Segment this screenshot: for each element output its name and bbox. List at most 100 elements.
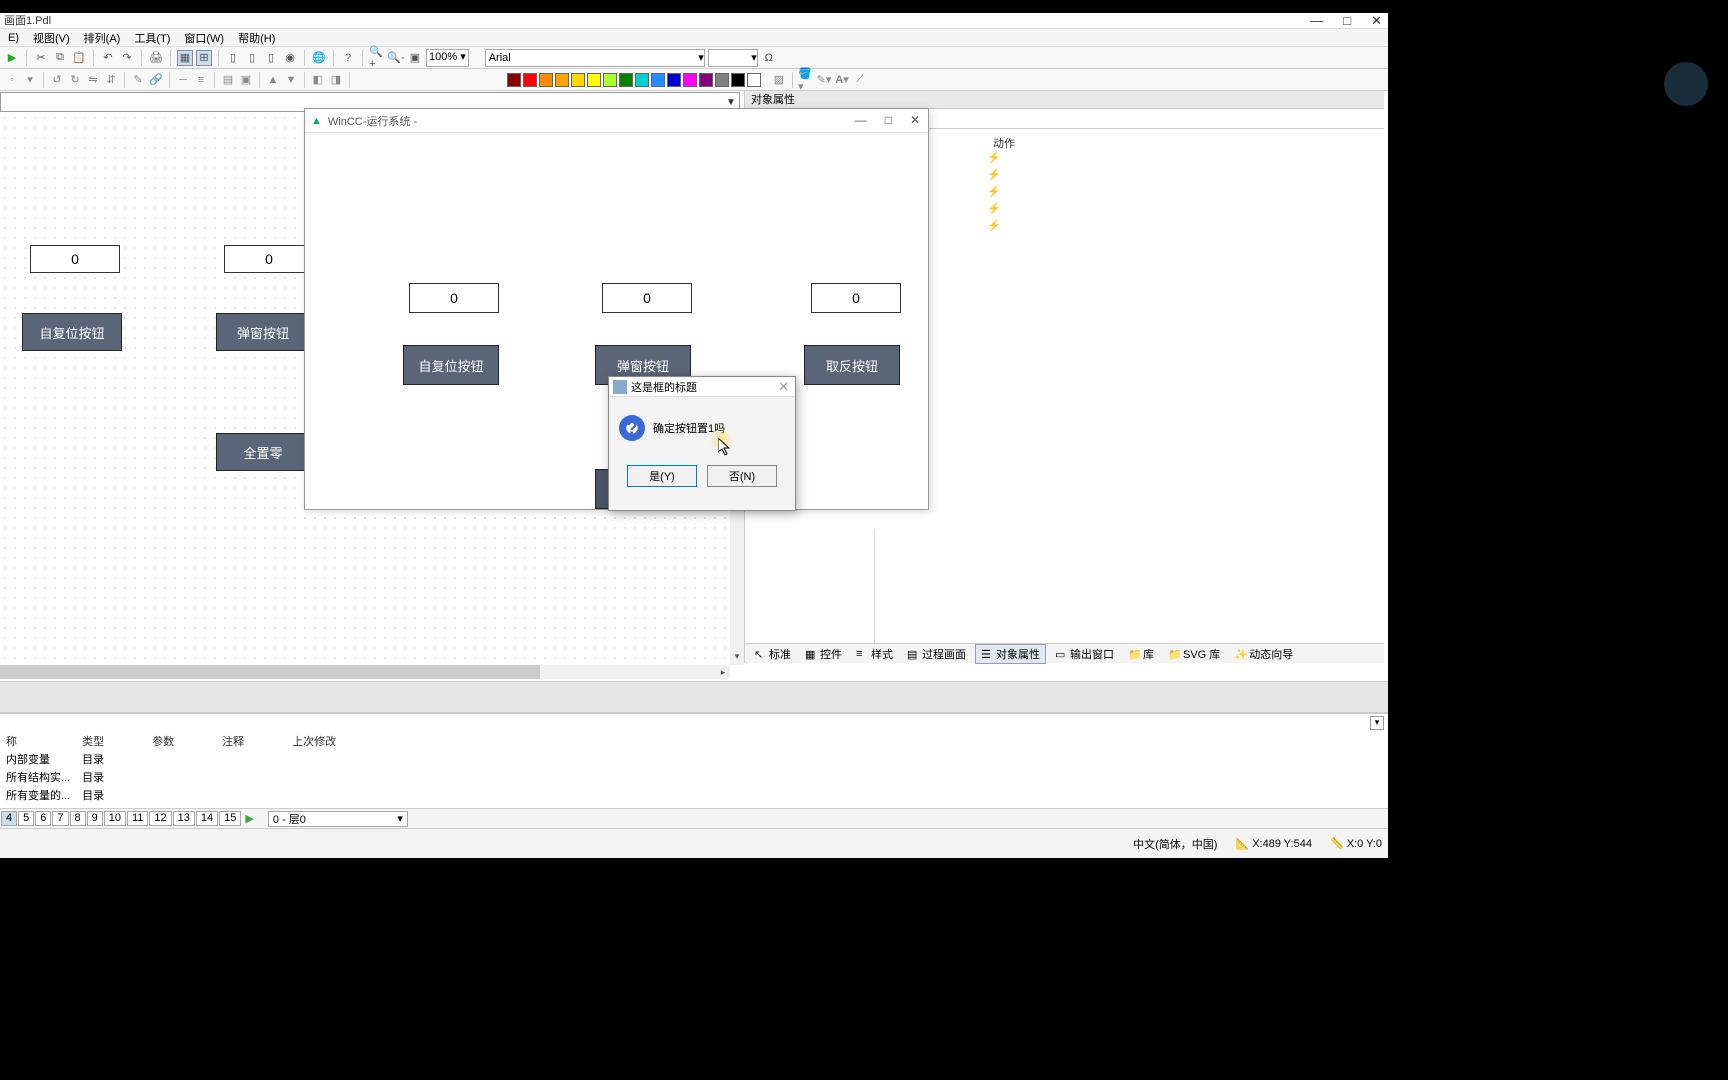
font-combo[interactable]: Arial▾ xyxy=(485,49,705,67)
color-swatch[interactable] xyxy=(539,73,553,87)
layer-num[interactable]: 12 xyxy=(149,811,171,826)
color-swatch[interactable] xyxy=(699,73,713,87)
tool-icon-2[interactable]: ▾ xyxy=(22,72,38,88)
col-name[interactable]: 称 xyxy=(0,732,76,750)
zoom-out-icon[interactable]: 🔍- xyxy=(388,50,404,66)
layer-num[interactable]: 13 xyxy=(173,811,195,826)
tab-process[interactable]: ▤过程画面 xyxy=(902,645,971,663)
col-comment[interactable]: 注释 xyxy=(216,732,286,750)
color-swatch[interactable] xyxy=(651,73,665,87)
cut-icon[interactable]: ✂ xyxy=(33,50,49,66)
color-swatch[interactable] xyxy=(715,73,729,87)
text-color-icon[interactable]: A▾ xyxy=(834,72,850,88)
color-swatch[interactable] xyxy=(555,73,569,87)
tool-icon-1[interactable]: ◦ xyxy=(4,72,20,88)
color-swatch[interactable] xyxy=(683,73,697,87)
link-icon[interactable]: 🔗 xyxy=(148,72,164,88)
run-icon[interactable]: ▶ xyxy=(4,50,20,66)
lightning-icon[interactable]: ⚡ xyxy=(987,219,1001,232)
help-icon[interactable]: ? xyxy=(340,50,356,66)
layer-num[interactable]: 8 xyxy=(70,811,86,826)
no-button[interactable]: 否(N) xyxy=(707,465,777,487)
color-swatch[interactable] xyxy=(603,73,617,87)
layer-num[interactable]: 7 xyxy=(52,811,68,826)
io-field-1[interactable]: 0 xyxy=(30,245,120,273)
zoom-fit-icon[interactable]: ▣ xyxy=(407,50,423,66)
layer-num[interactable]: 5 xyxy=(18,811,34,826)
layer-num[interactable]: 9 xyxy=(87,811,103,826)
tab-styles[interactable]: ≡样式 xyxy=(851,645,898,663)
print-icon[interactable]: 🖨 xyxy=(148,50,164,66)
table-row[interactable]: 所有变量的...目录 xyxy=(0,786,356,804)
flip-v-icon[interactable]: ⇵ xyxy=(103,72,119,88)
menu-window[interactable]: 窗口(W) xyxy=(178,29,230,47)
runtime-io-1[interactable]: 0 xyxy=(409,283,499,313)
pattern-icon[interactable]: ▨ xyxy=(771,72,787,88)
align-right-icon[interactable]: ▯ xyxy=(263,50,279,66)
zoom-in-icon[interactable]: 🔍+ xyxy=(369,50,385,66)
front-icon[interactable]: ▲ xyxy=(265,72,281,88)
lightning-icon[interactable]: ⚡ xyxy=(987,202,1001,215)
layer-num[interactable]: 10 xyxy=(104,811,126,826)
scroll-down-icon[interactable]: ▾ xyxy=(730,651,744,665)
color-swatch[interactable] xyxy=(619,73,633,87)
copy-icon[interactable]: ⧉ xyxy=(52,50,68,66)
omega-icon[interactable]: Ω xyxy=(761,50,777,66)
yes-button[interactable]: 是(Y) xyxy=(627,465,697,487)
tab-output[interactable]: ▭输出窗口 xyxy=(1050,645,1119,663)
minimize-icon[interactable]: — xyxy=(855,113,867,127)
layer-combo[interactable]: 0 - 层0▾ xyxy=(268,811,408,827)
flip-h-icon[interactable]: ⇋ xyxy=(85,72,101,88)
paste-icon[interactable]: 📋 xyxy=(71,50,87,66)
undo-icon[interactable]: ↶ xyxy=(100,50,116,66)
chart-icon[interactable]: ◉ xyxy=(282,50,298,66)
layer-num[interactable]: 6 xyxy=(35,811,51,826)
lightning-icon[interactable]: ⚡ xyxy=(987,168,1001,181)
runtime-titlebar[interactable]: ▲ WinCC-运行系统 - — □ ✕ xyxy=(305,109,928,133)
brush-icon[interactable]: ✎ xyxy=(130,72,146,88)
color-swatch[interactable] xyxy=(571,73,585,87)
rotate-right-icon[interactable]: ↻ xyxy=(67,72,83,88)
layer-num[interactable]: 15 xyxy=(219,811,241,826)
close-icon[interactable]: ✕ xyxy=(1371,13,1382,29)
menu-arrange[interactable]: 排列(A) xyxy=(78,29,127,47)
minimize-icon[interactable]: — xyxy=(1310,13,1323,29)
globe-icon[interactable]: 🌐 xyxy=(311,50,327,66)
menu-tools[interactable]: 工具(T) xyxy=(128,29,176,47)
msgbox-titlebar[interactable]: 这是框的标题 ✕ xyxy=(609,377,795,397)
menu-edit[interactable]: E) xyxy=(2,31,25,45)
layer-num[interactable]: 11 xyxy=(127,811,148,826)
splitter-area[interactable] xyxy=(0,681,1388,713)
extra-icon-2[interactable]: ◨ xyxy=(328,72,344,88)
close-icon[interactable]: ✕ xyxy=(910,113,920,127)
lightning-icon[interactable]: ⚡ xyxy=(987,185,1001,198)
color-swatch[interactable] xyxy=(587,73,601,87)
menu-help[interactable]: 帮助(H) xyxy=(232,29,281,47)
col-type[interactable]: 类型 xyxy=(76,732,146,750)
lightning-icon[interactable]: ⚡ xyxy=(987,151,1001,164)
io-field-2[interactable]: 0 xyxy=(224,245,314,273)
grid-icon[interactable]: ▦ xyxy=(177,50,193,66)
line-icon[interactable]: ─ xyxy=(175,72,191,88)
eyedropper-icon[interactable]: ⟋ xyxy=(852,72,868,88)
tab-svg-library[interactable]: 📁SVG 库 xyxy=(1163,645,1225,663)
runtime-toggle-button[interactable]: 取反按钮 xyxy=(804,345,900,385)
panel-dropdown-icon[interactable]: ▾ xyxy=(1370,716,1384,730)
layer-next-icon[interactable]: ▶ xyxy=(241,812,257,825)
align-left-icon[interactable]: ▯ xyxy=(225,50,241,66)
runtime-io-2[interactable]: 0 xyxy=(602,283,692,313)
tab-object-props[interactable]: ☰对象属性 xyxy=(975,644,1046,664)
tab-library[interactable]: 📁库 xyxy=(1123,645,1159,663)
layer-num[interactable]: 14 xyxy=(196,811,218,826)
color-swatch[interactable] xyxy=(635,73,649,87)
menu-view[interactable]: 视图(V) xyxy=(27,29,76,47)
runtime-io-3[interactable]: 0 xyxy=(811,283,901,313)
color-swatch[interactable] xyxy=(747,73,761,87)
back-icon[interactable]: ▼ xyxy=(283,72,299,88)
line-color-icon[interactable]: ✎▾ xyxy=(816,72,832,88)
color-swatch[interactable] xyxy=(731,73,745,87)
group-icon[interactable]: ▣ xyxy=(238,72,254,88)
maximize-icon[interactable]: □ xyxy=(1343,13,1351,29)
runtime-self-reset-button[interactable]: 自复位按钮 xyxy=(403,345,499,385)
color-swatch[interactable] xyxy=(667,73,681,87)
